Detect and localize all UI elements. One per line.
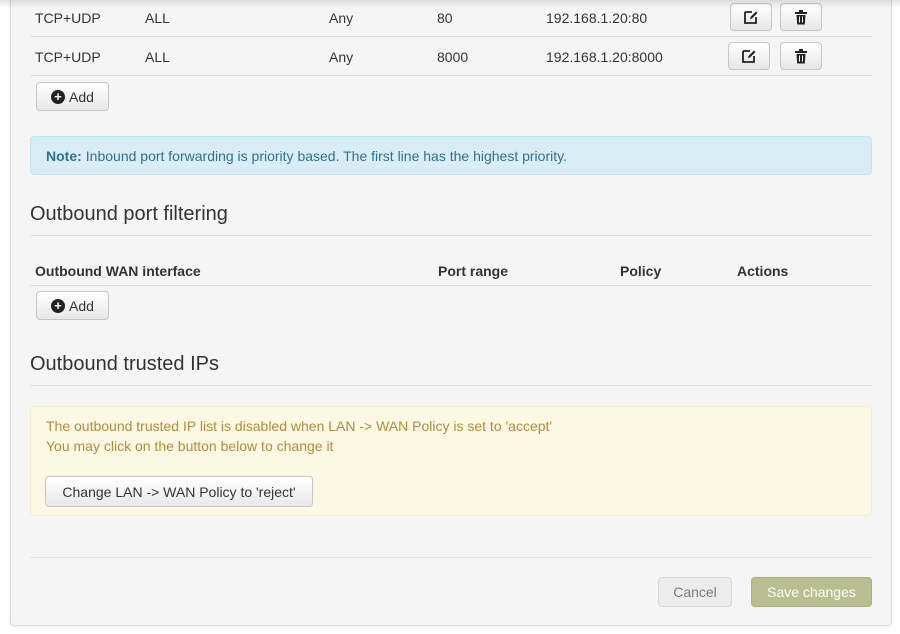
- note-text: Inbound port forwarding is priority base…: [85, 147, 567, 164]
- plus-circle-icon: +: [51, 298, 66, 313]
- change-policy-button[interactable]: Change LAN -> WAN Policy to 'reject': [45, 476, 313, 507]
- column-header: Port range: [438, 262, 509, 279]
- port-forward-row: TCP+UDP ALL Any 8000 192.168.1.20:8000: [30, 38, 872, 76]
- trash-icon: [795, 9, 807, 24]
- protocol-cell: TCP+UDP: [35, 9, 101, 26]
- wan-cell: ALL: [145, 48, 170, 65]
- edit-icon: [744, 11, 758, 24]
- destination-cell: 192.168.1.20:8000: [546, 48, 663, 65]
- outbound-trusted-title: Outbound trusted IPs: [30, 353, 872, 386]
- note-label: Note:: [46, 147, 82, 164]
- footer-divider: [30, 557, 872, 558]
- port-cell: 8000: [437, 48, 469, 65]
- column-header: Actions: [737, 262, 789, 279]
- destination-cell: 192.168.1.20:80: [546, 9, 648, 26]
- add-label: Add: [69, 88, 94, 105]
- add-port-forward-button[interactable]: + Add: [36, 82, 109, 111]
- plus-circle-icon: +: [51, 89, 66, 104]
- outbound-filtering-header: Outbound WAN interface Port range Policy…: [30, 256, 872, 286]
- source-cell: Any: [329, 9, 354, 26]
- outbound-filtering-title: Outbound port filtering: [30, 203, 872, 236]
- delete-button[interactable]: [780, 3, 822, 31]
- column-header: Policy: [620, 262, 662, 279]
- port-forward-row: TCP+UDP ALL Any 80 192.168.1.20:80: [30, 0, 872, 37]
- warning-text: The outbound trusted IP list is disabled…: [46, 418, 553, 434]
- protocol-cell: TCP+UDP: [35, 48, 101, 65]
- trash-icon: [795, 48, 807, 63]
- settings-panel: [10, 0, 892, 626]
- delete-button[interactable]: [780, 42, 822, 70]
- trusted-ips-warning: The outbound trusted IP list is disabled…: [30, 406, 872, 516]
- add-label: Add: [69, 297, 94, 314]
- add-outbound-filter-button[interactable]: + Add: [36, 291, 109, 320]
- source-cell: Any: [329, 48, 354, 65]
- column-header: Outbound WAN interface: [35, 262, 201, 279]
- priority-note: Note: Inbound port forwarding is priorit…: [30, 136, 872, 175]
- warning-hint: You may click on the button below to cha…: [46, 438, 334, 454]
- save-changes-button[interactable]: Save changes: [751, 577, 872, 607]
- edit-button[interactable]: [730, 3, 772, 31]
- edit-button[interactable]: [728, 42, 770, 70]
- port-cell: 80: [437, 9, 453, 26]
- edit-icon: [742, 50, 756, 63]
- wan-cell: ALL: [145, 9, 170, 26]
- cancel-button[interactable]: Cancel: [658, 577, 732, 607]
